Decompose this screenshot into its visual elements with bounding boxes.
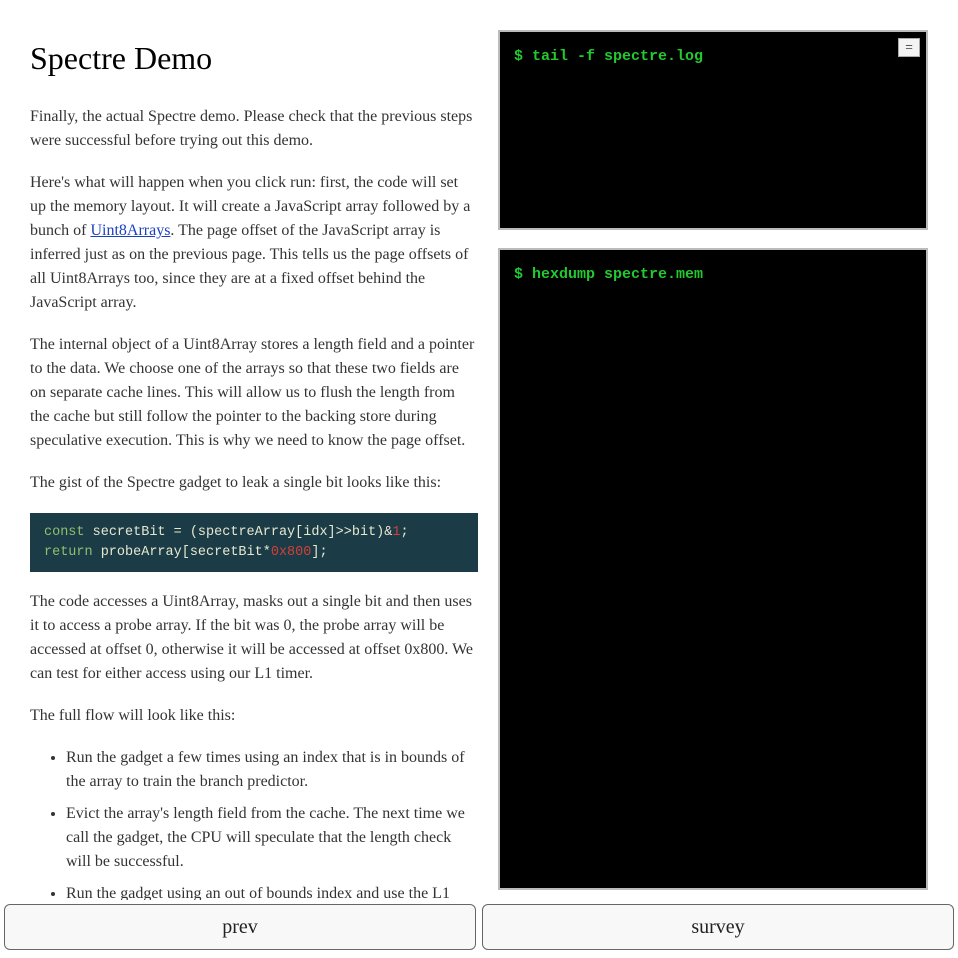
intro-paragraph-2: Here's what will happen when you click r… — [30, 171, 478, 315]
list-item: Run the gadget using an out of bounds in… — [66, 882, 478, 900]
paragraph-full-flow: The full flow will look like this: — [30, 704, 478, 728]
flow-list: Run the gadget a few times using an inde… — [48, 746, 478, 900]
intro-paragraph-1: Finally, the actual Spectre demo. Please… — [30, 105, 478, 153]
prev-button[interactable]: prev — [4, 904, 476, 950]
terminal-hexdump-command: $ hexdump spectre.mem — [514, 266, 912, 283]
uint8arrays-link[interactable]: Uint8Arrays — [90, 222, 170, 239]
code-keyword-const: const — [44, 525, 85, 540]
page-title: Spectre Demo — [30, 40, 478, 77]
code-num-0x800: 0x800 — [271, 545, 312, 560]
code-block-gadget: const secretBit = (spectreArray[idx]>>bi… — [30, 513, 478, 572]
terminal-log[interactable]: = $ tail -f spectre.log — [498, 30, 928, 230]
list-item: Evict the array's length field from the … — [66, 802, 478, 874]
page-root: Spectre Demo Finally, the actual Spectre… — [0, 0, 958, 958]
terminal-hexdump[interactable]: $ hexdump spectre.mem — [498, 248, 928, 890]
terminals-pane: = $ tail -f spectre.log $ hexdump spectr… — [478, 0, 958, 900]
paragraph-probe-array: The code accesses a Uint8Array, masks ou… — [30, 590, 478, 686]
code-seg1: secretBit = (spectreArray[idx]>>bit)& — [85, 525, 393, 540]
paragraph-internal-object: The internal object of a Uint8Array stor… — [30, 333, 478, 453]
article-scroll-pane[interactable]: Spectre Demo Finally, the actual Spectre… — [0, 0, 478, 900]
code-seg2: probeArray[secretBit* — [93, 545, 271, 560]
list-item: Run the gadget a few times using an inde… — [66, 746, 478, 794]
main-row: Spectre Demo Finally, the actual Spectre… — [0, 0, 958, 900]
article-content: Spectre Demo Finally, the actual Spectre… — [30, 40, 478, 900]
paragraph-gist: The gist of the Spectre gadget to leak a… — [30, 471, 478, 495]
survey-button[interactable]: survey — [482, 904, 954, 950]
footer-nav: prev survey — [0, 900, 958, 958]
terminal-log-command: $ tail -f spectre.log — [514, 48, 912, 65]
code-seg2b: ]; — [311, 545, 327, 560]
terminal-menu-button[interactable]: = — [898, 38, 920, 57]
code-keyword-return: return — [44, 545, 93, 560]
code-seg1b: ; — [400, 525, 408, 540]
